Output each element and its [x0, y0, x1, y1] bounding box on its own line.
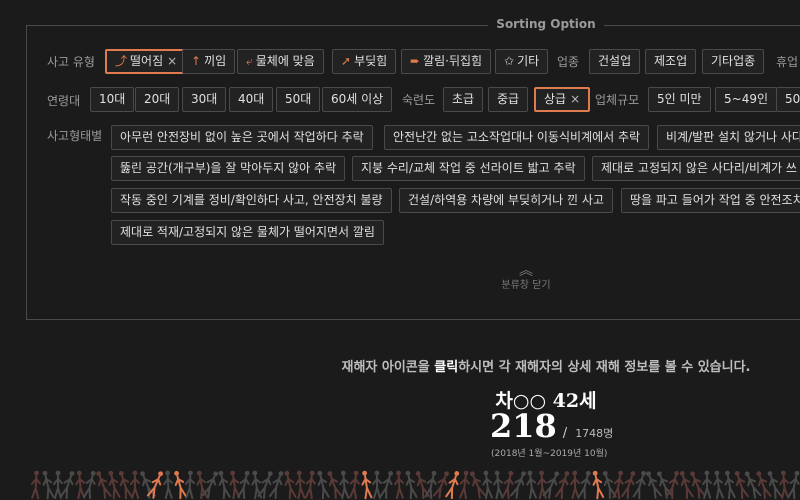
chip-age-50s[interactable]: 50대 [276, 87, 321, 112]
chip-form-option[interactable]: 제대로 고정되지 않은 사다리/비계가 쓰 [592, 156, 800, 181]
chip-form-option[interactable]: 아무런 안전장비 없이 높은 곳에서 작업하다 추락 [111, 125, 373, 150]
chip-form-option[interactable]: 뚫린 공간(개구부)을 잘 막아두지 않아 추락 [111, 156, 346, 181]
filtered-count: 218 [490, 407, 557, 445]
total-count: 1748명 [575, 427, 614, 440]
victim-figure-icon[interactable] [130, 470, 141, 500]
chip-size-under5[interactable]: 5인 미만 [648, 87, 711, 112]
victim-name: 차○○ 42세 [495, 390, 597, 412]
chip-accident-collision[interactable]: ➚ 부딪힘 [332, 49, 397, 74]
chip-accident-struck[interactable]: ⤶ 물체에 맞음 [237, 49, 324, 74]
victim-figure-icon[interactable] [146, 470, 165, 499]
chip-age-20s[interactable]: 20대 [135, 87, 180, 112]
victim-figure-icon[interactable] [578, 470, 593, 500]
chip-form-option[interactable]: 땅을 파고 들어가 작업 중 안전조치 [621, 188, 800, 213]
victim-figure-icon[interactable] [723, 470, 736, 500]
victim-figure-icon[interactable] [75, 470, 86, 500]
victim-figure-icon[interactable] [424, 470, 438, 500]
chip-form-option[interactable]: 건설/하역용 차량에 부딪히거나 낀 사고 [399, 188, 613, 213]
victim-figure-icon[interactable] [404, 470, 418, 500]
caught-person-icon: ↑ [191, 54, 202, 68]
victim-figure-icon[interactable] [52, 470, 63, 500]
chip-form-option[interactable]: 안전난간 없는 고소작업대나 이동식비계에서 추락 [384, 125, 650, 150]
chip-form-option[interactable]: 비계/발판 설치 않거나 사다 [657, 125, 800, 150]
victim-figure-icon[interactable] [237, 470, 251, 500]
victim-figure-icon[interactable] [201, 470, 221, 499]
chip-skill-beginner[interactable]: 초급 [443, 87, 484, 112]
victim-figure-icon[interactable] [348, 470, 360, 500]
skill-level-label: 숙련도 [402, 93, 436, 107]
victim-figure-icon[interactable] [787, 470, 800, 500]
chip-accident-run-over[interactable]: ➨ 깔림·뒤집힘 [401, 49, 492, 74]
chip-industry-other[interactable]: 기타업종 [702, 49, 765, 74]
chip-form-option[interactable]: 작동 중인 기계를 정비/확인하다 사고, 안전장치 불량 [111, 188, 392, 213]
victim-figure-icon[interactable] [459, 470, 470, 500]
chip-age-60plus[interactable]: 60세 이상 [322, 87, 393, 112]
chip-age-30s[interactable]: 30대 [182, 87, 227, 112]
run-over-icon: ➨ [410, 54, 421, 68]
struck-by-object-icon: ⤶ [246, 54, 253, 68]
chip-age-40s[interactable]: 40대 [229, 87, 274, 112]
victim-figure-icon[interactable] [372, 470, 383, 500]
company-size-label: 업체규모 [595, 93, 640, 107]
chip-form-option[interactable]: 지붕 수리/교체 작업 중 선라이트 밟고 추락 [352, 156, 585, 181]
accident-type-label: 사고 유형 [47, 55, 95, 69]
victim-figure-icon[interactable] [172, 470, 188, 500]
chip-accident-caught[interactable]: ↑ 끼임 [182, 49, 236, 74]
age-group-label: 연령대 [47, 94, 81, 108]
victim-figure-icon[interactable] [163, 470, 174, 500]
victim-figure-icon[interactable] [59, 470, 76, 500]
victim-figure-icon[interactable] [360, 470, 373, 500]
victim-figure-icon[interactable] [665, 470, 681, 500]
victim-count: 218/1748명 [490, 407, 614, 445]
remove-filter-icon[interactable]: × [167, 54, 177, 68]
filter-panel-title: Sorting Option [0, 17, 800, 31]
victim-figures[interactable] [30, 462, 800, 500]
chip-size-5-49[interactable]: 5~49인 [715, 87, 777, 112]
click-instruction: 재해자 아이콘을 클릭하시면 각 재해자의 상세 재해 정보를 볼 수 있습니다… [341, 360, 751, 375]
victim-figure-icon[interactable] [228, 470, 241, 500]
victim-figure-icon[interactable] [216, 470, 231, 500]
chip-accident-falling[interactable]: ⤴ 떨어짐 × [105, 49, 188, 74]
victim-figure-icon[interactable] [655, 470, 674, 499]
accident-form-label: 사고형태별 [47, 129, 103, 143]
falling-person-icon: ⤴ [115, 54, 128, 68]
victim-figure-icon[interactable] [195, 470, 208, 500]
close-filter-button[interactable]: ︽ 분류창 닫기 [0, 263, 800, 291]
victim-figure-icon[interactable] [83, 470, 97, 500]
leave-label: 휴업 [776, 55, 799, 69]
chip-industry-construction[interactable]: 건설업 [589, 49, 641, 74]
victim-figure-icon[interactable] [184, 470, 195, 500]
industry-label: 업종 [557, 55, 580, 69]
remove-filter-icon[interactable]: × [570, 92, 580, 106]
victim-figure-icon[interactable] [304, 470, 317, 500]
victim-figure-icon[interactable] [30, 470, 41, 500]
data-period: (2018년 1월~2019년 10월) [491, 449, 608, 459]
victim-figure-icon[interactable] [379, 470, 396, 500]
collision-icon: ➚ [341, 54, 352, 68]
victim-figure-icon[interactable] [394, 470, 405, 500]
chip-skill-advanced[interactable]: 상급 × [534, 87, 591, 112]
victim-figure-icon[interactable] [526, 470, 537, 500]
chip-age-10s[interactable]: 10대 [90, 87, 135, 112]
victim-figure-icon[interactable] [41, 470, 55, 500]
other-person-icon: ✩ [504, 54, 515, 68]
victim-figure-icon[interactable] [591, 470, 605, 500]
victim-figure-icon[interactable] [713, 470, 724, 500]
chip-form-option[interactable]: 제대로 적재/고정되지 않은 물체가 떨어지면서 깔림 [111, 220, 384, 245]
victim-figure-icon[interactable] [493, 470, 504, 500]
chip-skill-intermediate[interactable]: 중급 [488, 87, 529, 112]
chip-accident-other[interactable]: ✩ 기타 [495, 49, 549, 74]
chip-industry-manufacturing[interactable]: 제조업 [645, 49, 697, 74]
victim-figure-icon[interactable] [570, 470, 581, 500]
chevron-up-icon: ︽ [519, 263, 533, 279]
victim-figure-icon[interactable] [283, 470, 297, 500]
victim-figure-icon[interactable] [295, 470, 306, 500]
chip-size-50plus[interactable]: 50~ [776, 87, 800, 112]
